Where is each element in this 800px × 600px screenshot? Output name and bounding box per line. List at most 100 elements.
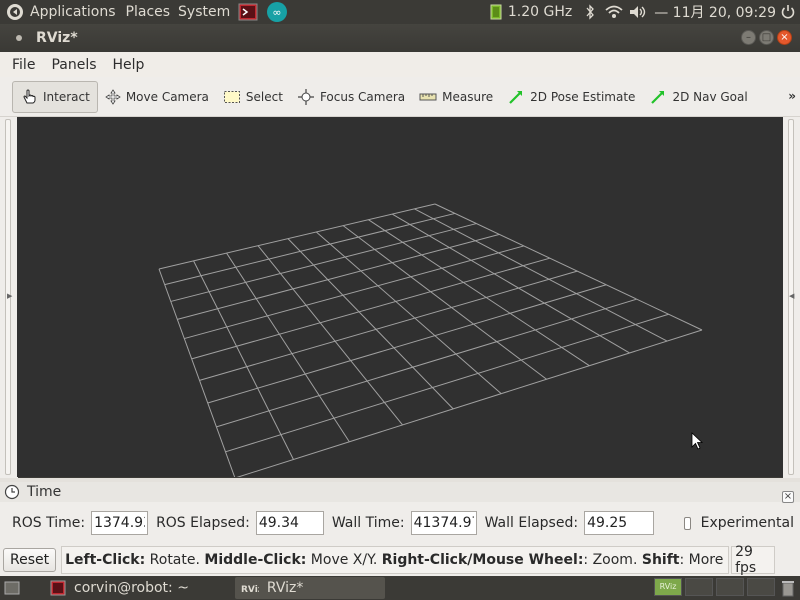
ros-elapsed-label: ROS Elapsed:	[156, 515, 250, 531]
rviz-task-icon: RViz	[241, 585, 259, 595]
volume-icon	[630, 6, 646, 18]
grid-line	[191, 257, 550, 360]
workspace-switcher[interactable]: RViz	[654, 578, 775, 596]
ground-grid	[158, 203, 703, 479]
wall-elapsed-field[interactable]	[584, 511, 655, 535]
left-dock-handle[interactable]: ▶	[0, 117, 18, 478]
launcher-arduino-icon[interactable]: ∞	[262, 0, 292, 24]
grid-line	[164, 212, 456, 286]
show-desktop-button[interactable]	[0, 577, 24, 599]
experimental-checkbox[interactable]	[684, 516, 691, 530]
hint-right-value: : Zoom.	[583, 552, 642, 568]
bluetooth-indicator[interactable]	[578, 0, 602, 24]
arduino-icon: ∞	[267, 2, 288, 22]
tool-2d-pose-estimate-label: 2D Pose Estimate	[530, 89, 636, 104]
power-button[interactable]	[780, 0, 800, 24]
workspace-2[interactable]	[685, 578, 713, 596]
3d-render-view[interactable]	[17, 117, 783, 479]
fps-indicator: 29 fps	[731, 544, 776, 576]
grid-line	[207, 284, 607, 404]
workspace-3[interactable]	[716, 578, 744, 596]
grid-line	[391, 213, 630, 354]
grid-line	[287, 238, 454, 410]
expand-left-icon: ▶	[7, 292, 13, 300]
top-panel: Applications Places System ∞ 1.20 GHz — …	[0, 0, 800, 24]
toolbar-overflow-button[interactable]: »	[788, 89, 796, 103]
desktop-icon	[4, 581, 20, 595]
clock[interactable]: — 11月 20, 09:29	[650, 0, 780, 24]
window-menu-icon[interactable]	[12, 31, 26, 45]
bottom-taskbar: corvin@robot: ~ RViz RViz* RViz	[0, 576, 800, 600]
wifi-indicator[interactable]	[602, 0, 626, 24]
ubuntu-logo-icon	[7, 4, 23, 20]
places-menu[interactable]: Places	[122, 0, 175, 24]
trash-button[interactable]	[780, 579, 796, 600]
grid-line	[434, 203, 703, 331]
time-panel: Time × ROS Time: ROS Elapsed: Wall Time:…	[0, 478, 800, 544]
hint-shift-key: Shift	[641, 552, 680, 568]
task-rviz-label: RViz*	[266, 580, 304, 596]
hint-middle-key: Middle-Click:	[204, 552, 307, 568]
wall-time-label: Wall Time:	[331, 515, 405, 531]
window-titlebar[interactable]: RViz* – □ ×	[0, 24, 800, 52]
cpu-freq-indicator[interactable]: 1.20 GHz	[483, 0, 578, 24]
reset-button[interactable]: Reset	[3, 548, 57, 572]
bluetooth-icon	[586, 4, 595, 20]
close-button[interactable]: ×	[777, 30, 792, 45]
select-box-icon	[223, 90, 240, 103]
workspace-1[interactable]: RViz	[654, 578, 682, 596]
grid-line	[225, 313, 669, 453]
grid-line	[199, 270, 578, 381]
tool-2d-nav-goal-label: 2D Nav Goal	[672, 89, 748, 104]
cpu-icon	[490, 4, 502, 20]
ros-time-field[interactable]	[91, 511, 149, 535]
menu-file[interactable]: File	[4, 57, 43, 73]
grid-line	[226, 252, 350, 443]
terminal-task-icon	[50, 580, 66, 596]
power-icon	[781, 5, 795, 19]
tool-2d-pose-estimate[interactable]: 2D Pose Estimate	[500, 81, 642, 113]
grid-line	[193, 260, 294, 460]
clock-label: — 11月 20, 09:29	[654, 5, 776, 21]
pose-arrow-icon	[509, 90, 523, 104]
tool-measure-label: Measure	[442, 89, 494, 104]
mouse-hint-text: Left-Click: Rotate. Middle-Click: Move X…	[61, 546, 730, 574]
hint-shift-value: : More options.	[679, 552, 729, 568]
tool-move-camera[interactable]: Move Camera	[98, 81, 216, 113]
svg-text:RViz: RViz	[241, 585, 259, 595]
task-rviz[interactable]: RViz RViz*	[234, 577, 385, 599]
system-menu[interactable]: System	[174, 0, 234, 24]
hint-left-value: Rotate.	[145, 552, 205, 568]
maximize-button[interactable]: □	[759, 30, 774, 45]
tool-interact[interactable]: Interact	[12, 80, 98, 113]
right-dock-handle[interactable]: ◀	[783, 117, 800, 478]
tool-focus-camera[interactable]: Focus Camera	[290, 81, 412, 113]
tool-interact-label: Interact	[43, 89, 90, 104]
grid-line	[234, 329, 703, 479]
system-label: System	[178, 4, 231, 20]
ros-elapsed-field[interactable]	[255, 511, 324, 535]
time-panel-title: Time	[27, 484, 62, 500]
places-label: Places	[125, 4, 171, 20]
task-terminal[interactable]: corvin@robot: ~	[44, 577, 195, 599]
tool-select[interactable]: Select	[216, 81, 290, 113]
tools-toolbar: Interact Move Camera Select Focus Camera…	[0, 77, 800, 117]
tool-select-label: Select	[245, 89, 283, 104]
wifi-icon	[605, 5, 623, 18]
tool-measure[interactable]: Measure	[412, 81, 500, 113]
tool-2d-nav-goal[interactable]: 2D Nav Goal	[642, 81, 754, 113]
menu-panels[interactable]: Panels	[43, 57, 104, 73]
workspace-4[interactable]	[747, 578, 775, 596]
time-panel-header: Time	[0, 482, 800, 502]
grid-line	[315, 231, 502, 395]
menu-help[interactable]: Help	[105, 57, 153, 73]
applications-menu[interactable]: Applications	[0, 0, 122, 24]
volume-indicator[interactable]	[626, 0, 650, 24]
terminal-launcher-icon	[238, 3, 258, 21]
svg-text:∞: ∞	[273, 6, 282, 19]
wall-time-field[interactable]	[410, 511, 477, 535]
minimize-button[interactable]: –	[741, 30, 756, 45]
experimental-label: Experimental	[700, 515, 794, 531]
launcher-terminal-icon[interactable]	[234, 0, 262, 24]
tool-focus-camera-label: Focus Camera	[319, 89, 406, 104]
